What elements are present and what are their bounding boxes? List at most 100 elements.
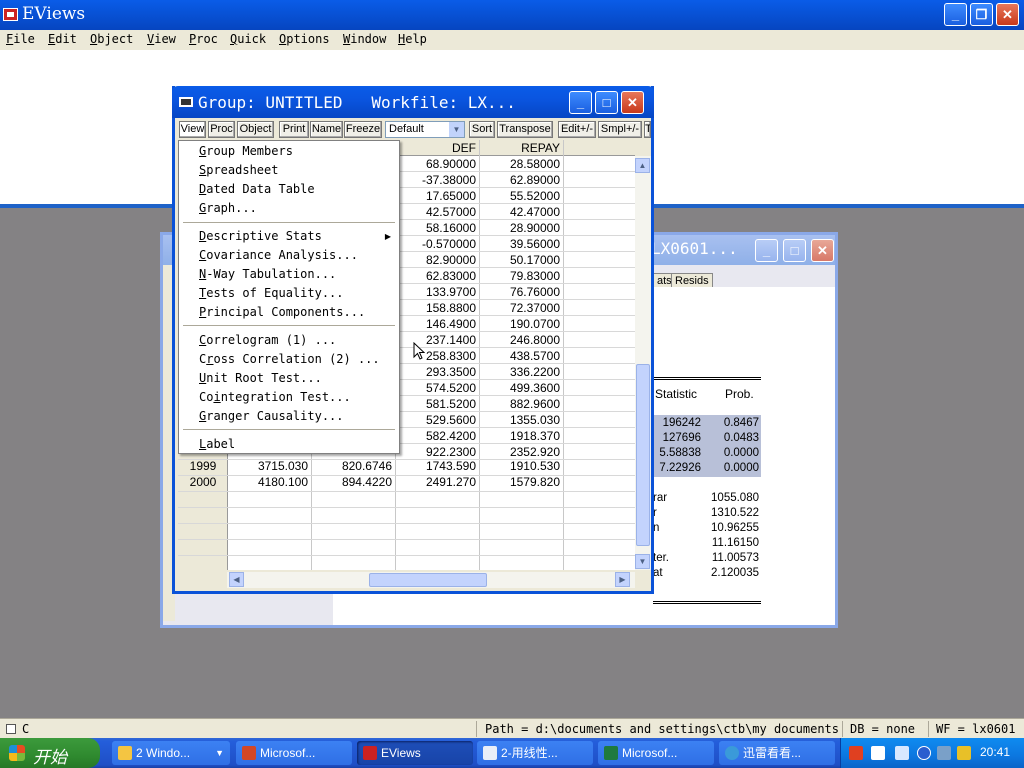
menu-correlogram[interactable]: Correlogram (1) ... — [199, 333, 336, 347]
menu-graph[interactable]: Graph... — [199, 201, 257, 215]
menu-group-members[interactable]: Group Members — [199, 144, 293, 158]
group-window-icon[interactable] — [179, 97, 193, 107]
data-cell[interactable]: 820.6746 — [314, 458, 392, 474]
data-cell[interactable]: 1579.820 — [482, 474, 560, 490]
menu-principal-components[interactable]: Principal Components... — [199, 305, 365, 319]
data-cell[interactable]: 62.89000 — [482, 172, 560, 188]
task-microsoft-powerpoint[interactable]: Microsof... — [236, 741, 352, 765]
data-cell[interactable]: 42.47000 — [482, 204, 560, 220]
data-cell[interactable]: 246.8000 — [482, 332, 560, 348]
input-method-icon[interactable] — [849, 746, 863, 760]
horizontal-scroll-thumb[interactable] — [369, 573, 487, 587]
data-cell[interactable]: 39.56000 — [482, 236, 560, 252]
menu-covariance-analysis[interactable]: Covariance Analysis... — [199, 248, 358, 262]
group-close-button[interactable]: ✕ — [621, 91, 644, 114]
task-microsoft-excel[interactable]: Microsof... — [598, 741, 714, 765]
data-cell[interactable]: 2491.270 — [398, 474, 476, 490]
data-cell[interactable]: 79.83000 — [482, 268, 560, 284]
name-button[interactable]: Name — [310, 121, 343, 138]
clock[interactable]: 20:41 — [980, 745, 1010, 759]
edit-toggle-button[interactable]: Edit+/- — [558, 121, 596, 138]
status-checkbox[interactable] — [6, 724, 16, 734]
menu-label[interactable]: Label — [199, 437, 235, 451]
data-cell[interactable]: 293.3500 — [398, 364, 476, 380]
data-cell[interactable]: 1918.370 — [482, 428, 560, 444]
task-word-doc[interactable]: 2-用线性... — [477, 741, 593, 765]
menu-options[interactable]: Options — [279, 32, 330, 46]
close-button[interactable]: ✕ — [996, 3, 1019, 26]
data-cell[interactable]: -0.570000 — [398, 236, 476, 252]
data-cell[interactable]: 82.90000 — [398, 252, 476, 268]
group-maximize-button[interactable]: □ — [595, 91, 618, 114]
menu-file[interactable]: File — [6, 32, 35, 46]
minimize-button[interactable]: _ — [944, 3, 967, 26]
data-cell[interactable]: 894.4220 — [314, 474, 392, 490]
vertical-scroll-thumb[interactable] — [636, 364, 650, 546]
data-cell[interactable]: 62.83000 — [398, 268, 476, 284]
menu-dated-data-table[interactable]: Dated Data Table — [199, 182, 315, 196]
menu-edit[interactable]: Edit — [48, 32, 77, 46]
data-cell[interactable]: 582.4200 — [398, 428, 476, 444]
proc-button[interactable]: Proc — [208, 121, 235, 138]
data-cell[interactable]: 28.58000 — [482, 156, 560, 172]
menu-cross-correlation[interactable]: Cross Correlation (2) ... — [199, 352, 380, 366]
menu-unit-root-test[interactable]: Unit Root Test... — [199, 371, 322, 385]
data-cell[interactable]: 574.5200 — [398, 380, 476, 396]
restore-button[interactable]: ❐ — [970, 3, 993, 26]
start-button[interactable]: 开始 — [0, 738, 100, 768]
data-cell[interactable]: 42.57000 — [398, 204, 476, 220]
scroll-right-icon[interactable]: ▶ — [615, 572, 630, 587]
data-cell[interactable]: -37.38000 — [398, 172, 476, 188]
view-button[interactable]: View — [179, 121, 206, 138]
menu-window[interactable]: Window — [343, 32, 386, 46]
data-cell[interactable]: 1743.590 — [398, 458, 476, 474]
data-cell[interactable]: 190.0700 — [482, 316, 560, 332]
smpl-toggle-button[interactable]: Smpl+/- — [598, 121, 642, 138]
column-header-def[interactable]: DEF — [398, 141, 476, 155]
data-cell[interactable]: 55.52000 — [482, 188, 560, 204]
sort-button[interactable]: Sort — [469, 121, 495, 138]
data-cell[interactable]: 1355.030 — [482, 412, 560, 428]
print-button[interactable]: Print — [279, 121, 309, 138]
data-cell[interactable]: 76.76000 — [482, 284, 560, 300]
data-cell[interactable]: 158.8800 — [398, 300, 476, 316]
volume-icon[interactable] — [937, 746, 951, 760]
data-cell[interactable]: 258.8300 — [398, 348, 476, 364]
display-format-select[interactable]: Default ▼ — [385, 121, 465, 138]
menu-proc[interactable]: Proc — [189, 32, 218, 46]
group-minimize-button[interactable]: _ — [569, 91, 592, 114]
column-header-repay[interactable]: REPAY — [482, 141, 560, 155]
vertical-scrollbar[interactable]: ▲ ▼ — [635, 156, 651, 570]
task-eviews[interactable]: EViews — [357, 741, 473, 765]
data-cell[interactable]: 499.3600 — [482, 380, 560, 396]
menu-cointegration-test[interactable]: Cointegration Test... — [199, 390, 351, 404]
menu-granger-causality[interactable]: Granger Causality... — [199, 409, 344, 423]
help-icon[interactable] — [871, 746, 885, 760]
eq-close-button[interactable]: ✕ — [811, 239, 834, 262]
data-cell[interactable]: 237.1400 — [398, 332, 476, 348]
scroll-down-icon[interactable]: ▼ — [635, 554, 650, 569]
scroll-up-icon[interactable]: ▲ — [635, 158, 650, 173]
data-cell[interactable]: 146.4900 — [398, 316, 476, 332]
data-cell[interactable]: 72.37000 — [482, 300, 560, 316]
menu-descriptive-stats[interactable]: Descriptive Stats — [199, 229, 322, 243]
data-cell[interactable]: 28.90000 — [482, 220, 560, 236]
eviews-app-icon[interactable] — [3, 8, 18, 21]
transpose-button[interactable]: Transpose — [497, 121, 553, 138]
menu-quick[interactable]: Quick — [230, 32, 266, 46]
network-icon[interactable] — [895, 746, 909, 760]
more-toolbar-button[interactable]: T — [644, 121, 651, 138]
data-cell[interactable]: 68.90000 — [398, 156, 476, 172]
freeze-button[interactable]: Freeze — [344, 121, 382, 138]
data-cell[interactable]: 17.65000 — [398, 188, 476, 204]
data-cell[interactable]: 4180.100 — [230, 474, 308, 490]
shield-icon[interactable] — [957, 746, 971, 760]
scroll-left-icon[interactable]: ◀ — [229, 572, 244, 587]
menu-spreadsheet[interactable]: Spreadsheet — [199, 163, 278, 177]
data-cell[interactable]: 3715.030 — [230, 458, 308, 474]
data-cell[interactable]: 581.5200 — [398, 396, 476, 412]
data-cell[interactable]: 438.5700 — [482, 348, 560, 364]
chevron-left-icon[interactable] — [917, 746, 931, 760]
task-xunlei-player[interactable]: 迅雷看看... — [719, 741, 835, 765]
menu-object[interactable]: Object — [90, 32, 133, 46]
